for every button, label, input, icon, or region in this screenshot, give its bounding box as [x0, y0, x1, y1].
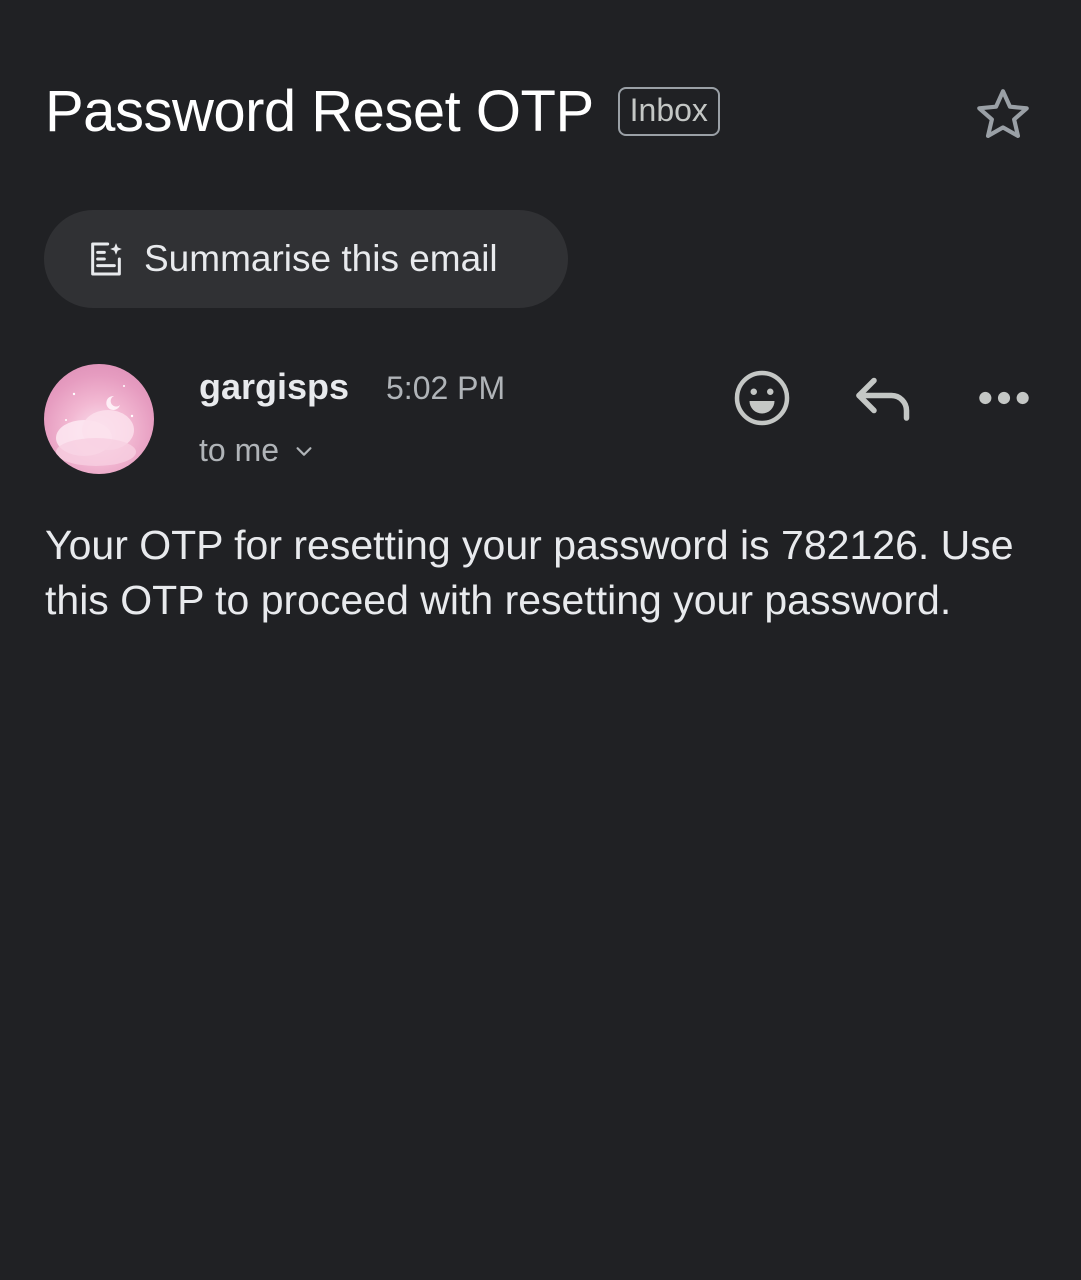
email-subject: Password Reset OTP — [45, 79, 594, 144]
subject-row: Password Reset OTP Inbox — [45, 78, 720, 145]
summarise-sparkle-icon — [91, 242, 122, 276]
inbox-label-chip[interactable]: Inbox — [617, 86, 720, 137]
avatar-cloud-image — [56, 385, 136, 466]
reply-icon[interactable] — [854, 372, 914, 424]
email-time: 5:02 PM — [386, 370, 506, 406]
emoji-reaction-icon[interactable] — [732, 368, 792, 428]
recipients-label: to me — [199, 432, 280, 468]
recipients-toggle[interactable]: to me — [199, 432, 315, 469]
summarise-email-label: Summarise this email — [144, 238, 498, 279]
sender-avatar[interactable] — [44, 364, 154, 474]
star-icon[interactable] — [972, 84, 1034, 146]
sender-name[interactable]: gargisps — [199, 366, 349, 408]
more-horizontal-icon[interactable] — [976, 384, 1032, 412]
summarise-email-button[interactable]: Summarise this email — [44, 210, 568, 308]
chevron-down-icon — [296, 446, 312, 456]
email-body: Your OTP for resetting your password is … — [45, 522, 1014, 623]
